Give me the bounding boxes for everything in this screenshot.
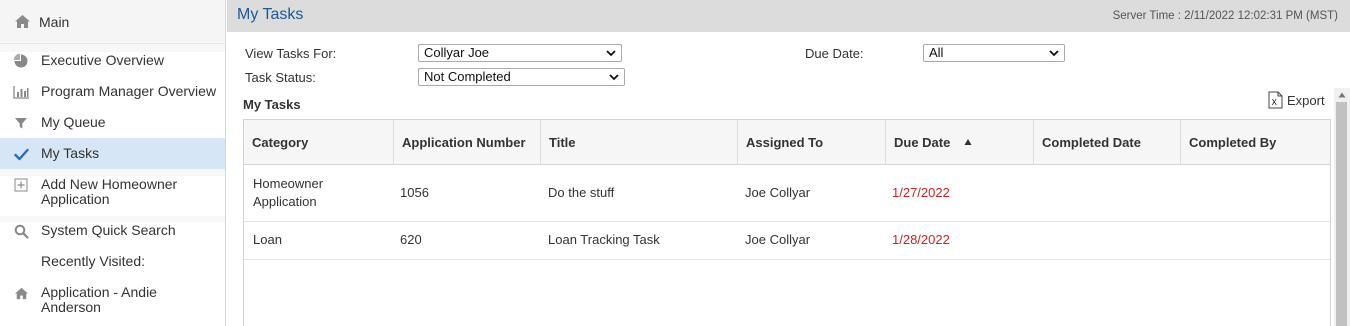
sidebar-item-label: My Tasks xyxy=(41,145,100,161)
cell-due-date: 1/28/2022 xyxy=(892,232,950,247)
sidebar-item-label: System Quick Search xyxy=(41,222,176,238)
svg-text:X: X xyxy=(1272,98,1278,107)
sidebar-item-program-manager-overview[interactable]: Program Manager Overview xyxy=(0,83,225,114)
cell-assigned-to: Joe Collyar xyxy=(745,232,811,247)
filter-icon xyxy=(12,114,30,132)
sidebar-item-label: Add New Homeowner Application xyxy=(41,176,178,207)
column-header-completed-date[interactable]: Completed Date xyxy=(1034,120,1181,164)
column-header-label: Application Number xyxy=(402,134,526,150)
vertical-scrollbar[interactable] xyxy=(1334,88,1350,326)
column-header-label: Category xyxy=(252,134,309,150)
column-header-category[interactable]: Category xyxy=(244,120,394,164)
pie-chart-icon xyxy=(12,52,30,70)
plus-square-icon xyxy=(12,176,30,194)
checkmark-icon xyxy=(12,145,30,163)
view-tasks-for-label: View Tasks For: xyxy=(245,46,337,61)
sidebar-item-label: Recently Visited: xyxy=(41,253,146,269)
column-header-label: Completed Date xyxy=(1042,134,1141,150)
column-header-assigned-to[interactable]: Assigned To xyxy=(738,120,886,164)
cell-category: Homeowner Application xyxy=(253,176,324,209)
bar-chart-icon xyxy=(12,83,30,101)
tasks-table: Category Application Number Title Assign… xyxy=(243,119,1331,326)
search-icon xyxy=(12,222,30,240)
task-status-select[interactable]: Not Completed xyxy=(418,68,625,86)
export-button[interactable]: X Export xyxy=(1268,91,1325,109)
sidebar-recently-visited-heading: Recently Visited: xyxy=(0,253,225,284)
sidebar-item-executive-overview[interactable]: Executive Overview xyxy=(0,52,225,83)
chevron-down-icon xyxy=(609,74,619,81)
table-row[interactable]: Homeowner Application 1056 Do the stuff … xyxy=(244,165,1330,222)
cell-application-number: 1056 xyxy=(400,185,429,200)
cell-title: Loan Tracking Task xyxy=(548,232,660,247)
due-date-value: All xyxy=(929,45,944,60)
column-header-title[interactable]: Title xyxy=(541,120,738,164)
sidebar-item-label: My Queue xyxy=(41,114,106,130)
cell-due-date: 1/27/2022 xyxy=(892,185,950,200)
task-status-value: Not Completed xyxy=(424,69,511,84)
sidebar-item-label: Program Manager Overview xyxy=(41,83,217,99)
column-header-label: Assigned To xyxy=(746,134,824,150)
sidebar: Main Executive Overview Program Manager … xyxy=(0,0,226,326)
chevron-down-icon xyxy=(1049,50,1059,57)
scroll-up-arrow-icon[interactable] xyxy=(1338,91,1346,99)
cell-title: Do the stuff xyxy=(548,185,615,200)
sidebar-item-system-quick-search[interactable]: System Quick Search xyxy=(0,222,225,253)
scrollbar-thumb[interactable] xyxy=(1336,102,1347,326)
export-label: Export xyxy=(1287,92,1325,108)
server-time: Server Time : 2/11/2022 12:02:31 PM (MST… xyxy=(1112,10,1338,22)
sidebar-main-label: Main xyxy=(39,13,70,30)
chevron-down-icon xyxy=(606,50,616,57)
sidebar-main[interactable]: Main xyxy=(0,0,225,44)
sidebar-item-recent-application[interactable]: Application - Andie Anderson xyxy=(0,284,225,326)
due-date-label: Due Date: xyxy=(805,46,864,61)
cell-category: Loan xyxy=(253,232,282,247)
sidebar-item-add-new-homeowner-application[interactable]: Add New Homeowner Application xyxy=(0,176,225,216)
page-header: My Tasks Server Time : 2/11/2022 12:02:3… xyxy=(227,0,1350,32)
table-row[interactable]: Loan 620 Loan Tracking Task Joe Collyar … xyxy=(244,222,1330,260)
due-date-select[interactable]: All xyxy=(923,44,1065,62)
page-title: My Tasks xyxy=(237,6,304,23)
excel-file-icon: X xyxy=(1268,91,1283,109)
column-header-label: Due Date xyxy=(894,134,951,150)
sidebar-item-label: Application - Andie Anderson xyxy=(41,284,157,315)
column-header-label: Completed By xyxy=(1189,134,1277,150)
section-title: My Tasks xyxy=(243,97,301,112)
sidebar-item-label: Executive Overview xyxy=(41,52,164,68)
home-icon xyxy=(12,284,30,302)
view-tasks-for-select[interactable]: Collyar Joe xyxy=(418,44,622,62)
home-icon xyxy=(14,14,31,29)
cell-application-number: 620 xyxy=(400,232,422,247)
task-status-label: Task Status: xyxy=(245,70,316,85)
column-header-completed-by[interactable]: Completed By xyxy=(1181,120,1330,164)
table-header: Category Application Number Title Assign… xyxy=(244,120,1330,165)
column-header-due-date[interactable]: Due Date xyxy=(886,120,1034,164)
cell-assigned-to: Joe Collyar xyxy=(745,185,811,200)
view-tasks-for-value: Collyar Joe xyxy=(424,45,490,60)
sidebar-item-my-tasks[interactable]: My Tasks xyxy=(0,138,225,169)
sort-ascending-icon xyxy=(964,139,972,145)
column-header-label: Title xyxy=(549,134,576,150)
column-header-application-number[interactable]: Application Number xyxy=(394,120,541,164)
